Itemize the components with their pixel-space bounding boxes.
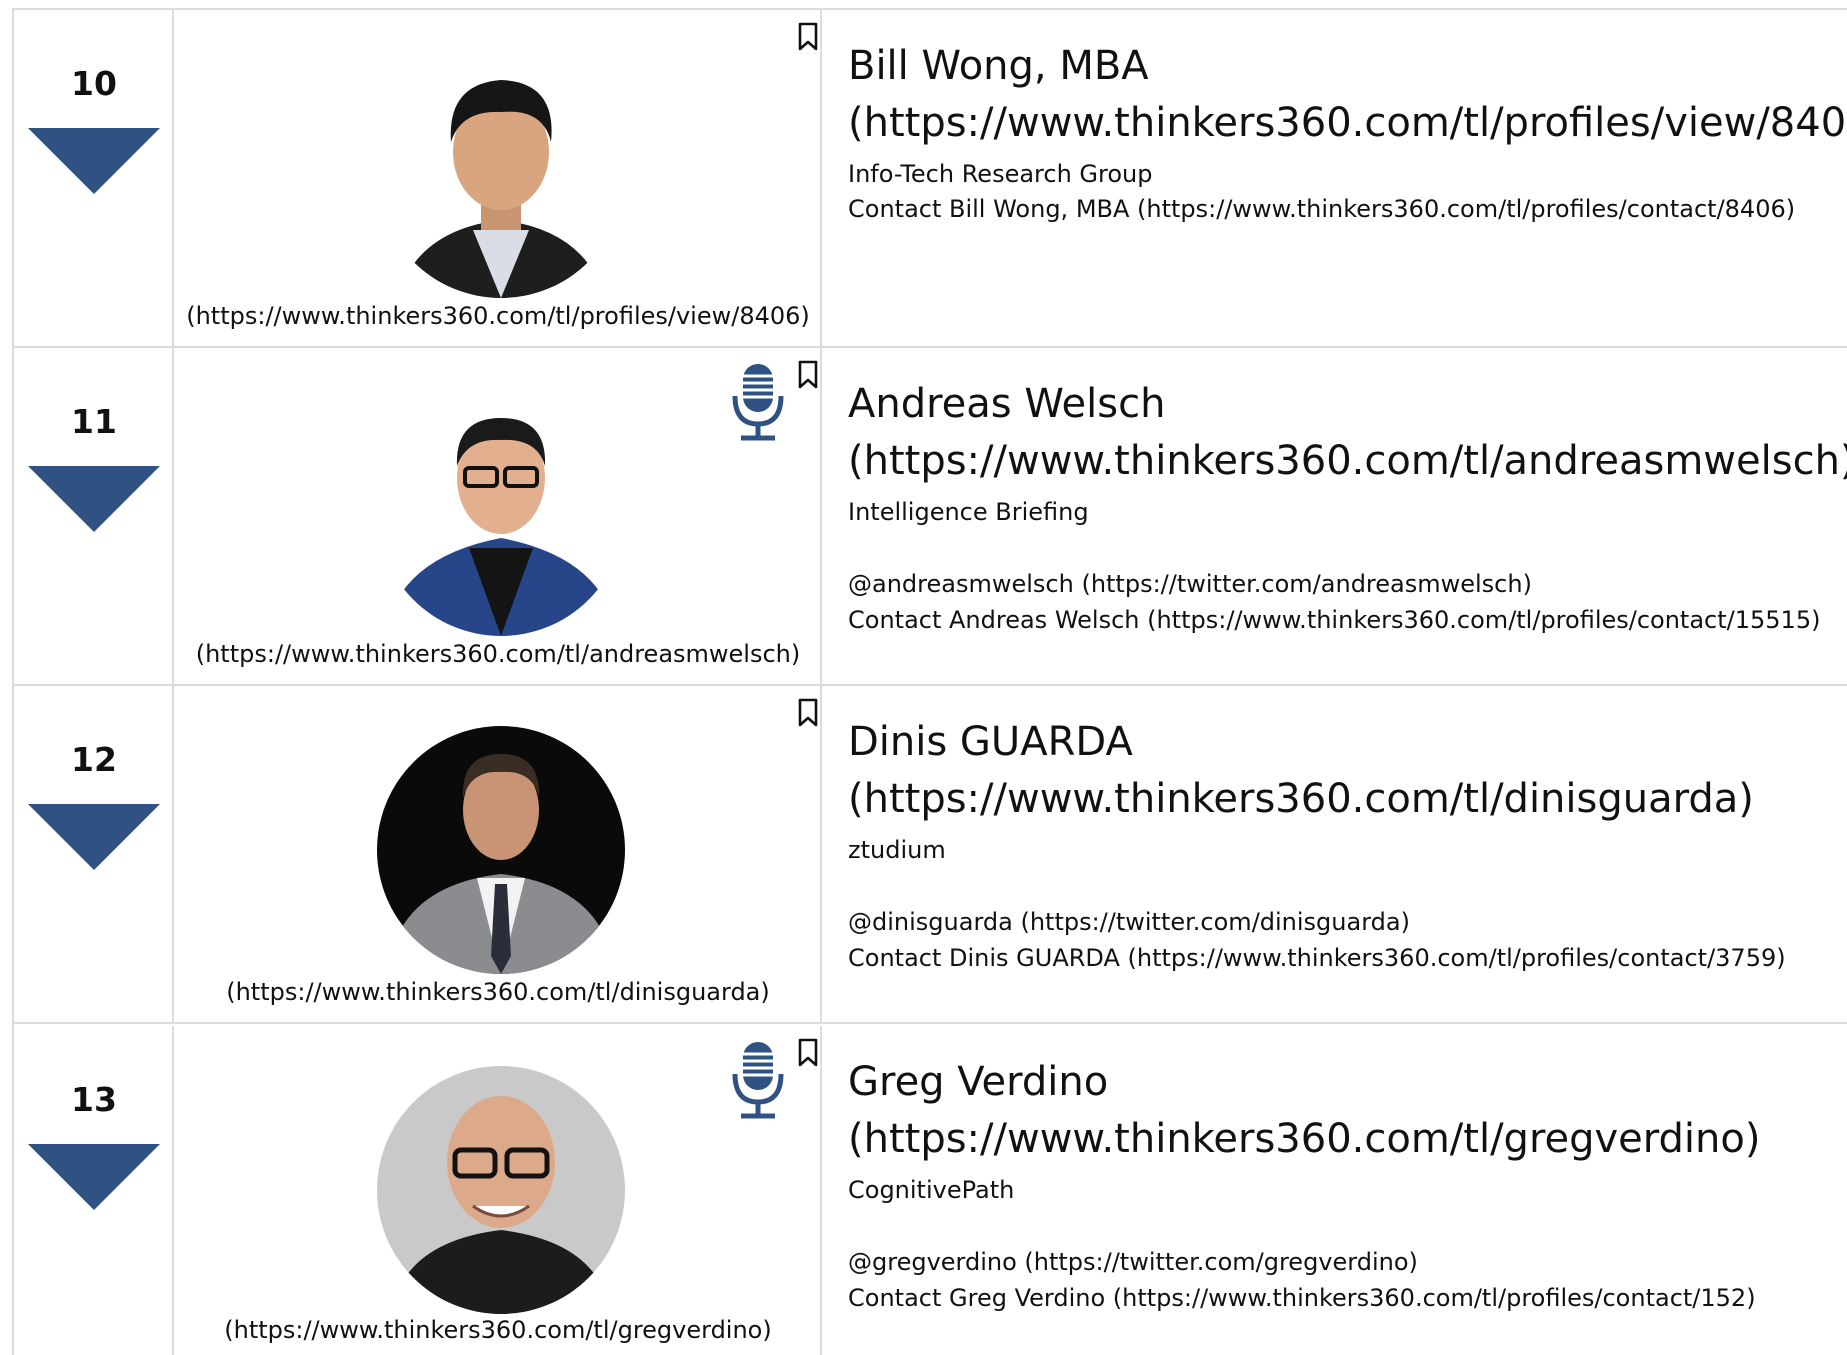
profile-url: (https://www.thinkers360.com/tl/dinisgua…: [848, 776, 1754, 822]
rank-cell: 13: [14, 1026, 174, 1355]
avatar[interactable]: [377, 726, 625, 974]
profile-photo-link[interactable]: (https://www.thinkers360.com/tl/andreasm…: [174, 640, 822, 668]
bookmark-icon[interactable]: [797, 360, 819, 390]
contact-link[interactable]: Contact Andreas Welsch (https://www.thin…: [848, 606, 1820, 634]
profile-name: Bill Wong, MBA: [848, 43, 1149, 89]
twitter-link[interactable]: @gregverdino (https://twitter.com/gregve…: [848, 1248, 1418, 1276]
organization: Info-Tech Research Group: [848, 160, 1153, 188]
profile-url: (https://www.thinkers360.com/tl/gregverd…: [848, 1116, 1761, 1162]
twitter-link[interactable]: @dinisguarda (https://twitter.com/dinisg…: [848, 908, 1410, 936]
info-cell: Andreas Welsch (https://www.thinkers360.…: [822, 348, 1847, 684]
profile-url: (https://www.thinkers360.com/tl/profiles…: [848, 100, 1847, 146]
avatar[interactable]: [377, 1066, 625, 1314]
contact-link[interactable]: Contact Bill Wong, MBA (https://www.thin…: [848, 195, 1795, 223]
avatar[interactable]: [377, 388, 625, 636]
photo-cell: (https://www.thinkers360.com/tl/gregverd…: [174, 1026, 822, 1355]
contact-link[interactable]: Contact Dinis GUARDA (https://www.thinke…: [848, 944, 1786, 972]
rank-number: 12: [71, 740, 117, 779]
table-row: 11 (https://www.thinkers360.com/tl/andre…: [14, 348, 1847, 686]
photo-cell: (https://www.thinkers360.com/tl/andreasm…: [174, 348, 822, 684]
triangle-down-icon[interactable]: [28, 128, 160, 194]
bookmark-icon[interactable]: [797, 22, 819, 52]
info-cell: Greg Verdino (https://www.thinkers360.co…: [822, 1026, 1847, 1355]
bookmark-icon[interactable]: [797, 698, 819, 728]
rank-cell: 12: [14, 686, 174, 1022]
profile-photo-link[interactable]: (https://www.thinkers360.com/tl/dinisgua…: [174, 978, 822, 1006]
profile-name-link[interactable]: Dinis GUARDA (https://www.thinkers360.co…: [848, 714, 1847, 828]
rank-number: 10: [71, 64, 117, 103]
info-cell: Bill Wong, MBA (https://www.thinkers360.…: [822, 10, 1847, 346]
microphone-icon[interactable]: [729, 360, 787, 442]
profile-name: Andreas Welsch: [848, 381, 1166, 427]
triangle-down-icon[interactable]: [28, 1144, 160, 1210]
triangle-down-icon[interactable]: [28, 804, 160, 870]
organization: Intelligence Briefing: [848, 498, 1089, 526]
photo-cell: (https://www.thinkers360.com/tl/dinisgua…: [174, 686, 822, 1022]
profile-name: Greg Verdino: [848, 1059, 1109, 1105]
table-row: 12 (https://www.thinkers360.com/tl/dinis…: [14, 686, 1847, 1024]
organization: ztudium: [848, 836, 946, 864]
profile-photo-link[interactable]: (https://www.thinkers360.com/tl/gregverd…: [174, 1316, 822, 1344]
triangle-down-icon[interactable]: [28, 466, 160, 532]
microphone-icon[interactable]: [729, 1038, 787, 1120]
rank-cell: 10: [14, 10, 174, 346]
profile-url: (https://www.thinkers360.com/tl/andreasm…: [848, 438, 1847, 484]
profile-name: Dinis GUARDA: [848, 719, 1133, 765]
table-row: 10 (https://www.thinkers360.com/tl/profi…: [14, 10, 1847, 348]
table-row: 13 (https://www.thinkers360.com/tl/gregv…: [14, 1026, 1847, 1355]
contact-link[interactable]: Contact Greg Verdino (https://www.thinke…: [848, 1284, 1756, 1312]
profile-name-link[interactable]: Bill Wong, MBA (https://www.thinkers360.…: [848, 38, 1847, 152]
bookmark-icon[interactable]: [797, 1038, 819, 1068]
profile-photo-link[interactable]: (https://www.thinkers360.com/tl/profiles…: [174, 302, 822, 330]
rank-cell: 11: [14, 348, 174, 684]
rank-number: 13: [71, 1080, 117, 1119]
organization: CognitivePath: [848, 1176, 1015, 1204]
thinkers-ranking-table: 10 (https://www.thinkers360.com/tl/profi…: [12, 8, 1847, 1355]
info-cell: Dinis GUARDA (https://www.thinkers360.co…: [822, 686, 1847, 1022]
avatar[interactable]: [377, 50, 625, 298]
profile-name-link[interactable]: Greg Verdino (https://www.thinkers360.co…: [848, 1054, 1847, 1168]
profile-name-link[interactable]: Andreas Welsch (https://www.thinkers360.…: [848, 376, 1847, 490]
rank-number: 11: [71, 402, 117, 441]
photo-cell: (https://www.thinkers360.com/tl/profiles…: [174, 10, 822, 346]
twitter-link[interactable]: @andreasmwelsch (https://twitter.com/and…: [848, 570, 1532, 598]
